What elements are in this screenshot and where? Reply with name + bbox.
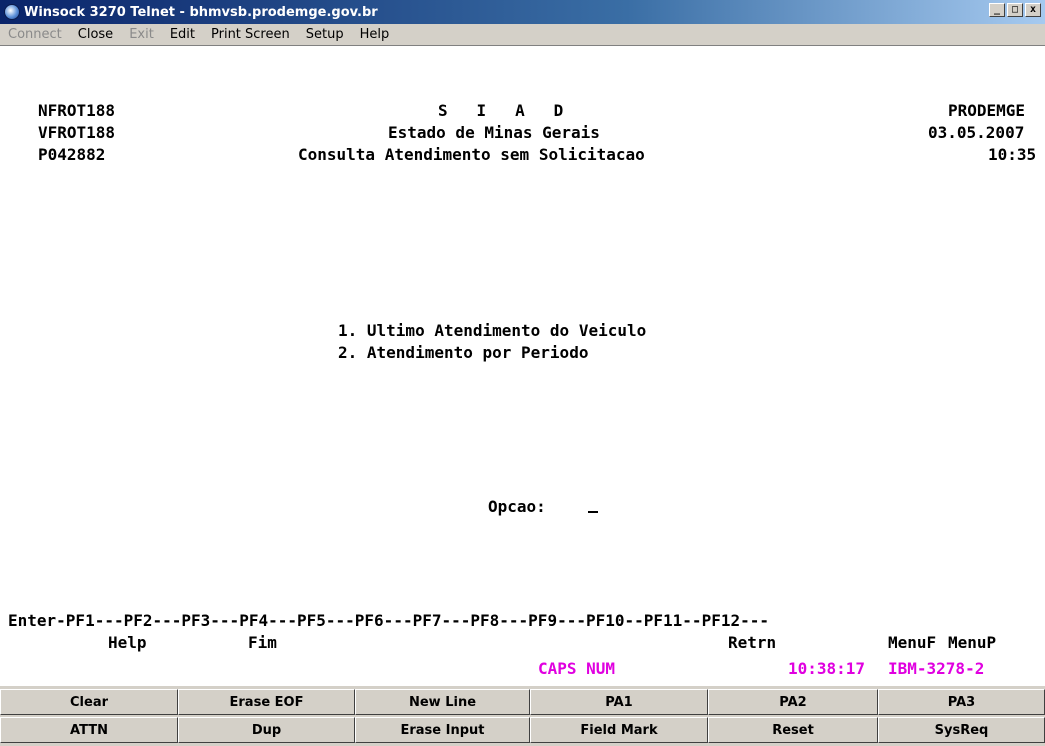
pf9-label: Retrn [728,633,777,652]
status-indicators: CAPS NUM [538,659,616,678]
maximize-button[interactable]: □ [1007,3,1023,17]
menu-exit[interactable]: Exit [121,27,162,42]
minimize-button[interactable]: _ [989,3,1005,17]
status-clock: 10:38:17 [788,659,866,678]
sysreq-button[interactable]: SysReq [878,717,1045,743]
clear-button[interactable]: Clear [0,689,178,715]
option-label: Opcao: [488,497,546,516]
pf11-label: MenuF [888,633,937,652]
window-controls: _ □ x [989,3,1041,17]
close-button[interactable]: x [1025,3,1041,17]
text-cursor [588,497,598,513]
pa2-button[interactable]: PA2 [708,689,878,715]
user-id: P042882 [38,145,106,164]
system-name: S I A D [438,101,564,120]
app-globe-icon[interactable] [4,4,20,20]
pa1-button[interactable]: PA1 [530,689,708,715]
screen-title: Consulta Atendimento sem Solicitacao [298,145,645,164]
menu-bar: Connect Close Exit Edit Print Screen Set… [0,24,1045,46]
menu-setup[interactable]: Setup [298,27,352,42]
pf1-label: Help [108,633,147,652]
status-terminal-type: IBM-3278-2 [888,659,985,678]
program-id: NFROT188 [38,101,116,120]
field-mark-button[interactable]: Field Mark [530,717,708,743]
terminal-screen[interactable]: NFROT188 S I A D PRODEMGE VFROT188 Estad… [0,46,1045,686]
reset-button[interactable]: Reset [708,717,878,743]
keypad-row-1: Clear Erase EOF New Line PA1 PA2 PA3 [0,688,1045,716]
title-bar[interactable]: Winsock 3270 Telnet - bhmvsb.prodemge.go… [0,0,1045,24]
erase-eof-button[interactable]: Erase EOF [178,689,355,715]
option-2: 2. Atendimento por Periodo [338,343,589,362]
option-input[interactable] [588,497,598,517]
option-1: 1. Ultimo Atendimento do Veiculo [338,321,647,340]
dup-button[interactable]: Dup [178,717,355,743]
attn-button[interactable]: ATTN [0,717,178,743]
date-value: 03.05.2007 [928,123,1025,142]
pf12-label: MenuP [948,633,997,652]
pa3-button[interactable]: PA3 [878,689,1045,715]
time-value: 10:35 [988,145,1037,164]
menu-close[interactable]: Close [70,27,121,42]
menu-edit[interactable]: Edit [162,27,203,42]
menu-help[interactable]: Help [352,27,398,42]
window-title: Winsock 3270 Telnet - bhmvsb.prodemge.go… [24,4,378,20]
screen-id: VFROT188 [38,123,116,142]
new-line-button[interactable]: New Line [355,689,530,715]
menu-print-screen[interactable]: Print Screen [203,27,298,42]
function-keypad: Clear Erase EOF New Line PA1 PA2 PA3 ATT… [0,686,1045,746]
state-name: Estado de Minas Gerais [388,123,600,142]
erase-input-button[interactable]: Erase Input [355,717,530,743]
pf-key-line: Enter-PF1---PF2---PF3---PF4---PF5---PF6-… [8,611,769,630]
pf3-label: Fim [248,633,277,652]
keypad-row-2: ATTN Dup Erase Input Field Mark Reset Sy… [0,716,1045,744]
company-name: PRODEMGE [948,101,1026,120]
menu-connect[interactable]: Connect [0,27,70,42]
